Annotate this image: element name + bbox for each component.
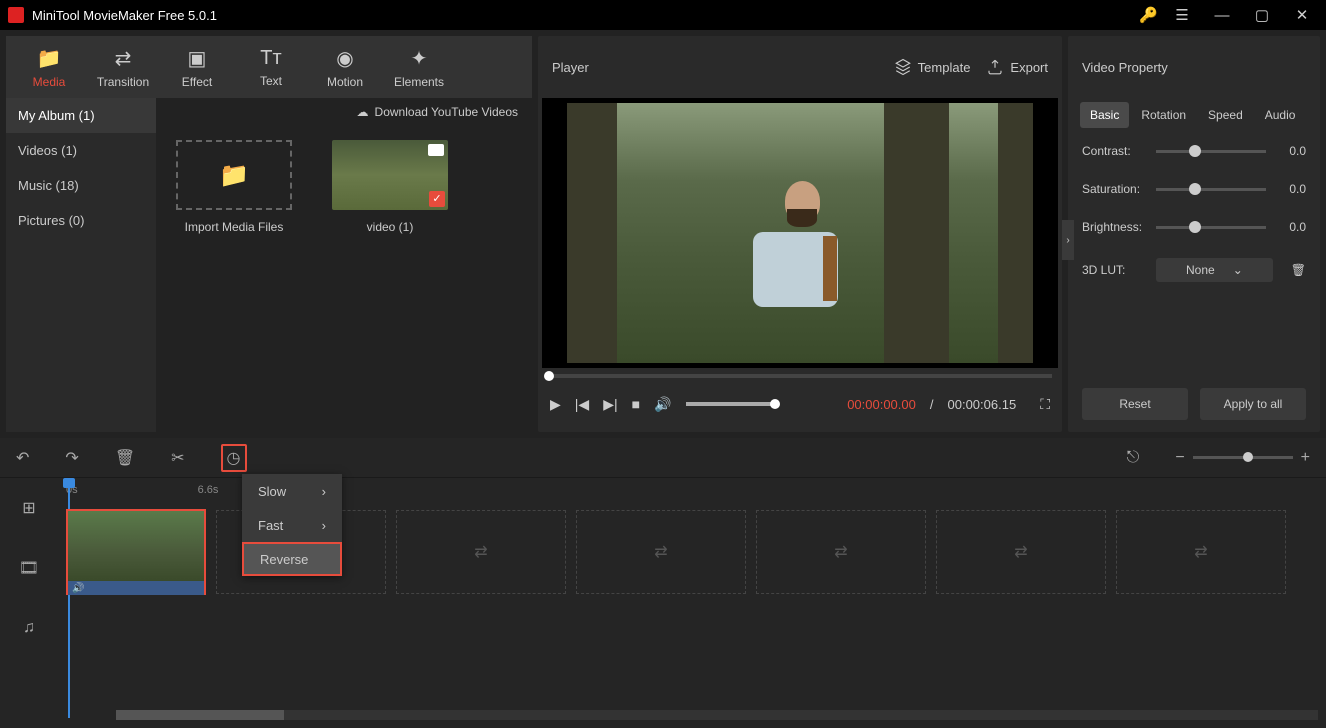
speed-menu-reverse[interactable]: Reverse (242, 542, 342, 576)
media-area: ☁ Download YouTube Videos 📁 Import Media … (156, 98, 532, 432)
player-panel: Player Template Export ▶ |◀ ▶| ■ 🔊 00:00… (538, 36, 1062, 432)
zoom-in-button[interactable]: + (1301, 449, 1310, 467)
download-icon: ☁ (357, 105, 369, 119)
menu-icon[interactable]: ☰ (1166, 6, 1198, 24)
close-icon[interactable]: ✕ (1286, 6, 1318, 24)
expand-panel-toggle[interactable]: › (1062, 220, 1074, 260)
tab-transition[interactable]: ⇄Transition (88, 39, 158, 95)
time-sep: / (930, 397, 934, 412)
add-track-icon[interactable]: ⊞ (0, 478, 58, 538)
clip-placeholder[interactable]: ⇄ (396, 510, 566, 594)
speed-menu-fast[interactable]: Fast› (242, 508, 342, 542)
template-button[interactable]: Template (894, 58, 971, 76)
sidebar-item-videos[interactable]: Videos (1) (6, 133, 156, 168)
lut-label: 3D LUT: (1082, 263, 1146, 277)
lut-dropdown[interactable]: None⌄ (1156, 258, 1273, 282)
properties-title: Video Property (1068, 36, 1320, 98)
volume-icon[interactable]: 🔊 (654, 396, 671, 413)
import-label: Import Media Files (185, 220, 284, 234)
import-media-button[interactable]: 📁 Import Media Files (176, 140, 292, 234)
tab-effect[interactable]: ▣Effect (162, 39, 232, 95)
stop-button[interactable]: ■ (632, 396, 640, 412)
speed-button[interactable]: ◷ (221, 444, 247, 472)
properties-panel: Video Property Basic Rotation Speed Audi… (1068, 36, 1320, 432)
media-sidebar: My Album (1) Videos (1) Music (18) Pictu… (6, 98, 156, 432)
sidebar-item-album[interactable]: My Album (1) (6, 98, 156, 133)
camera-icon (428, 144, 444, 156)
audio-track-icon: ♫ (0, 598, 58, 658)
zoom-out-button[interactable]: − (1175, 449, 1184, 467)
trash-icon[interactable]: 🗑 (1291, 263, 1306, 277)
layers-icon (894, 58, 912, 76)
speed-menu-slow[interactable]: Slow› (242, 474, 342, 508)
download-youtube-link[interactable]: Download YouTube Videos (375, 105, 518, 119)
chevron-down-icon: ⌄ (1233, 263, 1243, 277)
volume-slider[interactable] (686, 402, 776, 406)
main-tabs: 📁Media ⇄Transition ▣Effect TᴛText ◉Motio… (6, 36, 532, 98)
tab-motion[interactable]: ◉Motion (310, 39, 380, 95)
chevron-right-icon: › (322, 518, 326, 533)
clip-placeholder[interactable]: ⇄ (936, 510, 1106, 594)
chevron-right-icon: › (322, 484, 326, 499)
timeline-scrollbar[interactable] (116, 710, 1318, 720)
export-icon (986, 58, 1004, 76)
saturation-slider[interactable] (1156, 188, 1266, 191)
clip-placeholder[interactable]: ⇄ (576, 510, 746, 594)
clip-placeholder[interactable]: ⇄ (1116, 510, 1286, 594)
undo-button[interactable]: ↶ (16, 448, 29, 468)
video-track-icon: 🎞 (0, 538, 58, 598)
fullscreen-icon[interactable]: ⛶ (1040, 396, 1050, 413)
time-duration: 00:00:06.15 (948, 397, 1017, 412)
media-thumb-video[interactable]: ✓ video (1) (332, 140, 448, 234)
reset-button[interactable]: Reset (1082, 388, 1188, 420)
key-icon[interactable]: 🔑 (1139, 6, 1158, 24)
snap-icon[interactable]: ⎋ (1127, 449, 1140, 467)
tab-elements[interactable]: ✦Elements (384, 39, 454, 95)
speed-menu: Slow› Fast› Reverse (242, 474, 342, 576)
speaker-icon: 🔊 (72, 583, 84, 594)
sidebar-item-music[interactable]: Music (18) (6, 168, 156, 203)
app-title: MiniTool MovieMaker Free 5.0.1 (32, 8, 1131, 23)
delete-button[interactable]: 🗑 (115, 448, 135, 468)
minimize-icon[interactable]: — (1206, 7, 1238, 24)
zoom-slider[interactable] (1193, 456, 1293, 459)
timeline: ↶ ↷ 🗑 ✂ ◷ ⎋ − + ⊞ 🎞 ♫ 0s 6.6s � (0, 438, 1326, 728)
timeline-clip[interactable]: 🔊 (66, 509, 206, 595)
titlebar: MiniTool MovieMaker Free 5.0.1 🔑 ☰ — ▢ ✕ (0, 0, 1326, 30)
tab-text[interactable]: TᴛText (236, 39, 306, 95)
prop-tab-speed[interactable]: Speed (1198, 102, 1253, 128)
video-preview[interactable] (542, 98, 1058, 368)
saturation-value: 0.0 (1276, 182, 1306, 196)
next-frame-button[interactable]: ▶| (603, 396, 617, 413)
folder-icon: 📁 (219, 161, 249, 190)
prop-tab-audio[interactable]: Audio (1255, 102, 1306, 128)
player-title: Player (552, 60, 878, 75)
maximize-icon[interactable]: ▢ (1246, 6, 1278, 24)
contrast-slider[interactable] (1156, 150, 1266, 153)
split-button[interactable]: ✂ (171, 448, 184, 468)
prop-tab-rotation[interactable]: Rotation (1131, 102, 1196, 128)
check-icon: ✓ (429, 191, 445, 207)
sidebar-item-pictures[interactable]: Pictures (0) (6, 203, 156, 238)
time-current: 00:00:00.00 (847, 397, 916, 412)
apply-all-button[interactable]: Apply to all (1200, 388, 1306, 420)
prop-tab-basic[interactable]: Basic (1080, 102, 1129, 128)
contrast-value: 0.0 (1276, 144, 1306, 158)
clip-placeholder[interactable]: ⇄ (756, 510, 926, 594)
media-panel: 📁Media ⇄Transition ▣Effect TᴛText ◉Motio… (6, 36, 532, 432)
brightness-slider[interactable] (1156, 226, 1266, 229)
play-button[interactable]: ▶ (550, 396, 561, 413)
brightness-value: 0.0 (1276, 220, 1306, 234)
export-button[interactable]: Export (986, 58, 1048, 76)
saturation-label: Saturation: (1082, 182, 1146, 196)
prev-frame-button[interactable]: |◀ (575, 396, 589, 413)
redo-button[interactable]: ↷ (65, 448, 78, 468)
app-logo (8, 7, 24, 23)
contrast-label: Contrast: (1082, 144, 1146, 158)
thumb-label: video (1) (367, 220, 414, 234)
seek-bar[interactable] (548, 374, 1052, 378)
brightness-label: Brightness: (1082, 220, 1146, 234)
tab-media[interactable]: 📁Media (14, 39, 84, 95)
